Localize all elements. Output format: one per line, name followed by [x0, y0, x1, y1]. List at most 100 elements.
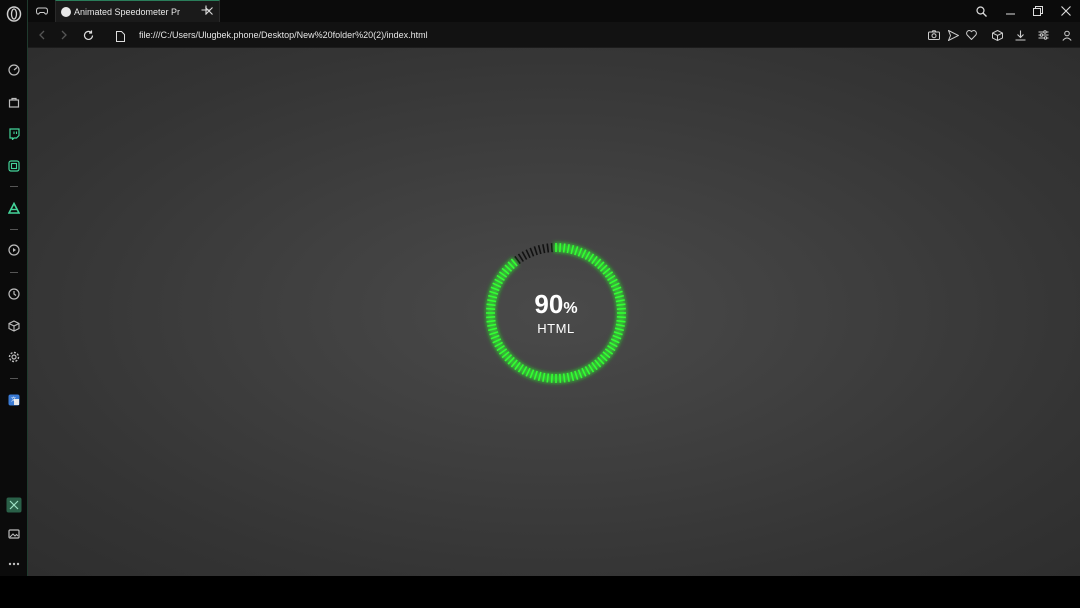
gauge-tick-active: [507, 261, 515, 270]
gauge-tick-active: [501, 351, 510, 359]
tab-active[interactable]: Animated Speedometer Pr: [55, 0, 220, 22]
gauge-tick-active: [562, 373, 566, 383]
settings-icon[interactable]: [4, 347, 24, 367]
gauge-tick-inactive: [550, 243, 553, 253]
arcade-icon[interactable]: [4, 198, 24, 218]
gauge-tick-active: [581, 367, 587, 377]
address-bar: file:///C:/Users/Ulugbek.phone/Desktop/N…: [28, 22, 1080, 48]
tab-title: Animated Speedometer Pr: [74, 6, 181, 17]
gauge-tick-active: [607, 274, 616, 281]
cube-icon[interactable]: [990, 28, 1004, 42]
speedometer-unit: %: [563, 300, 578, 317]
gauge-tick-active: [507, 356, 515, 365]
gauge-tick-active: [494, 278, 503, 285]
speedometer: 90% HTML: [484, 241, 628, 385]
gauge-tick-active: [577, 369, 583, 379]
gauge-tick-active: [533, 370, 538, 380]
gauge-tick-active: [581, 249, 587, 259]
gallery-icon[interactable]: [4, 524, 24, 544]
gauge-tick-active: [566, 372, 570, 382]
forward-button[interactable]: [56, 27, 72, 43]
gauge-tick-active: [584, 366, 591, 375]
gamepad-icon[interactable]: [30, 0, 54, 22]
translator-icon[interactable]: 文: [4, 390, 24, 410]
sidebar-separator: [10, 378, 18, 379]
gauge-tick-active: [494, 341, 503, 348]
gx-corner-icon[interactable]: [4, 495, 24, 515]
gauge-tick-active: [501, 267, 510, 275]
gauge-tick-inactive: [537, 245, 542, 255]
minimize-button[interactable]: [1002, 3, 1018, 19]
gauge-tick-active: [574, 246, 579, 256]
gauge-tick-inactive: [517, 253, 524, 262]
gauge-tick-active: [559, 373, 562, 383]
gauge-tick-active: [550, 373, 553, 383]
gauge-tick-active: [599, 354, 608, 362]
restore-button[interactable]: [1030, 3, 1046, 19]
gauge-tick-active: [510, 258, 518, 267]
speedometer-value: 90: [534, 289, 564, 319]
gauge-tick-active: [504, 264, 513, 272]
extensions-icon[interactable]: [4, 316, 24, 336]
gauge-tick-active: [525, 367, 531, 377]
gauge-tick-inactive: [525, 249, 531, 259]
shopping-bag-icon[interactable]: [4, 92, 24, 112]
gauge-tick-inactive: [533, 246, 538, 256]
gauge-tick-active: [510, 359, 518, 368]
reload-button[interactable]: [80, 27, 96, 43]
send-icon[interactable]: [946, 28, 960, 42]
gauge-tick-inactive: [521, 251, 528, 260]
gauge-tick-inactive: [546, 243, 550, 253]
screenshot-icon[interactable]: [927, 28, 941, 42]
gauge-tick-active: [570, 371, 575, 381]
gauge-tick-active: [588, 253, 595, 262]
history-icon[interactable]: [4, 284, 24, 304]
gauge-tick-active: [559, 243, 562, 253]
gauge-tick-active: [607, 345, 616, 352]
gauge-tick-active: [546, 373, 550, 383]
speed-dial-icon[interactable]: [4, 60, 24, 80]
gauge-tick-active: [496, 274, 505, 281]
browser-sidebar: 文: [0, 0, 28, 576]
sidebar-separator: [10, 229, 18, 230]
player-icon[interactable]: [4, 240, 24, 260]
gauge-tick-active: [496, 345, 505, 352]
tab-bar: Animated Speedometer Pr: [28, 0, 1080, 22]
gauge-tick-active: [591, 361, 598, 371]
sidebar-separator: [10, 186, 18, 187]
gauge-tick-active: [597, 261, 605, 270]
gauge-tick-active: [492, 282, 502, 288]
back-button[interactable]: [34, 27, 50, 43]
twitch-icon[interactable]: [4, 124, 24, 144]
gauge-tick-active: [570, 245, 575, 255]
heart-icon[interactable]: [964, 28, 978, 42]
close-window-button[interactable]: [1058, 3, 1074, 19]
download-icon[interactable]: [1013, 28, 1027, 42]
gauge-tick-active: [498, 271, 508, 278]
opera-logo-icon[interactable]: [4, 4, 24, 24]
taskbar-area: [0, 576, 1080, 608]
gauge-tick-active: [591, 255, 598, 265]
easy-setup-icon[interactable]: [1036, 28, 1050, 42]
search-tabs-icon[interactable]: [973, 3, 989, 19]
gauge-tick-active: [604, 348, 614, 355]
sidebar-separator: [10, 272, 18, 273]
speedometer-readout: 90% HTML: [484, 289, 628, 336]
gauge-tick-active: [521, 366, 528, 375]
gauge-tick-active: [594, 258, 602, 267]
gauge-tick-active: [610, 338, 620, 344]
gauge-tick-active: [599, 264, 608, 272]
gauge-tick-active: [588, 364, 595, 373]
gx-control-icon[interactable]: [4, 156, 24, 176]
gauge-tick-active: [498, 348, 508, 355]
account-icon[interactable]: [1060, 28, 1074, 42]
gauge-tick-inactive: [514, 255, 521, 265]
gauge-tick-active: [602, 267, 611, 275]
gauge-tick-active: [517, 364, 524, 373]
gauge-tick-active: [609, 341, 618, 348]
gauge-tick-active: [610, 282, 620, 288]
gauge-tick-active: [492, 338, 502, 344]
new-tab-button[interactable]: [198, 2, 214, 18]
more-icon[interactable]: [4, 554, 24, 574]
url-field[interactable]: file:///C:/Users/Ulugbek.phone/Desktop/N…: [139, 30, 428, 40]
